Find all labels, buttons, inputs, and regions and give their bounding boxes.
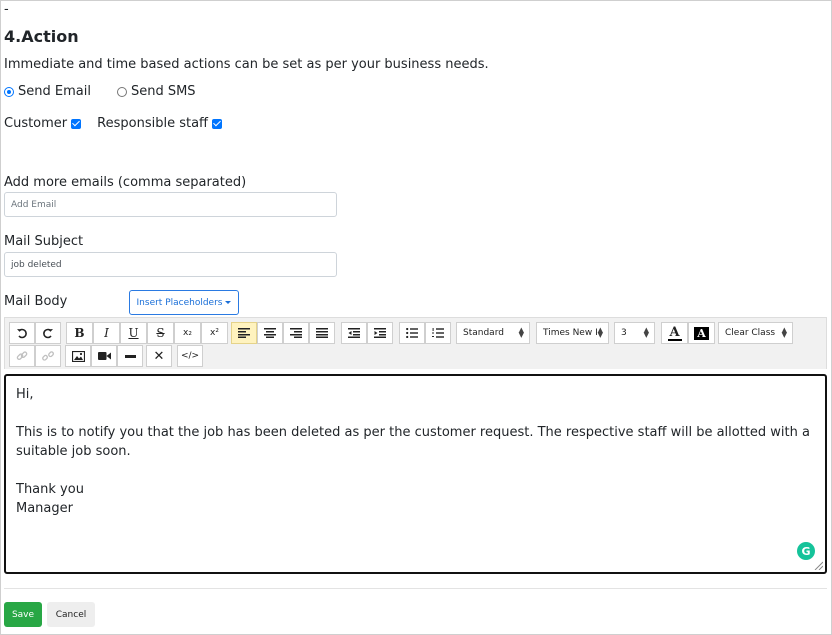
body-line <box>16 461 815 480</box>
paragraph-style-select[interactable]: Standard ▲ ▼ <box>456 322 530 344</box>
cancel-button[interactable]: Cancel <box>47 602 95 627</box>
bold-button[interactable]: B <box>66 322 93 344</box>
select-arrows-icon: ▲ ▼ <box>643 326 649 339</box>
remove-format-button[interactable]: ✕ <box>146 345 172 367</box>
unlink-icon <box>42 351 54 361</box>
undo-button[interactable] <box>9 322 35 344</box>
send-email-label: Send Email <box>18 84 91 99</box>
responsible-staff-label: Responsible staff <box>97 116 208 131</box>
outdent-button[interactable] <box>341 322 367 344</box>
clear-class-value: Clear Class <box>725 328 776 338</box>
link-icon <box>16 351 28 361</box>
background-color-icon: A <box>694 326 709 340</box>
save-button[interactable]: Save <box>4 602 42 627</box>
redo-button[interactable] <box>35 322 61 344</box>
bullet-list-button[interactable] <box>399 322 425 344</box>
body-line <box>16 404 815 423</box>
insert-video-button[interactable] <box>91 345 117 367</box>
select-arrows-icon: ▲ ▼ <box>597 326 603 339</box>
mail-body-editor[interactable]: Hi, This is to notify you that the job h… <box>4 374 827 574</box>
font-family-value: Times New I <box>543 328 598 338</box>
recipient-checkbox-group: Customer Responsible staff <box>4 116 238 131</box>
align-justify-button[interactable] <box>309 322 335 344</box>
resize-handle-icon[interactable] <box>813 560 823 570</box>
paragraph-style-value: Standard <box>463 328 504 338</box>
send-email-radio[interactable]: Send Email <box>4 84 91 99</box>
body-line: Manager <box>16 501 73 516</box>
body-line: Hi, <box>16 387 34 402</box>
customer-label: Customer <box>4 116 68 131</box>
insert-placeholders-label: Insert Placeholders <box>136 297 223 308</box>
link-button[interactable] <box>9 345 35 367</box>
align-center-icon <box>264 328 276 338</box>
text-color-icon: A <box>669 324 680 340</box>
unlink-button[interactable] <box>35 345 61 367</box>
dash-text: - <box>4 2 9 17</box>
send-sms-label: Send SMS <box>130 84 196 99</box>
subscript-button[interactable]: x₂ <box>174 322 201 344</box>
editor-toolbar: B I U S x₂ x² Standard ▲ ▼ Times New I ▲ ▼… <box>4 317 827 369</box>
image-icon <box>71 350 85 362</box>
insert-image-button[interactable] <box>65 345 91 367</box>
code-icon: </> <box>180 351 200 361</box>
numbered-list-icon <box>432 328 444 338</box>
horizontal-rule-icon <box>124 354 136 358</box>
section-description: Immediate and time based actions can be … <box>4 57 489 72</box>
align-left-button[interactable] <box>231 322 257 344</box>
background-color-button[interactable]: A <box>688 322 715 344</box>
text-color-button[interactable]: A <box>661 322 688 344</box>
body-line: This is to notify you that the job has b… <box>16 425 810 459</box>
strikethrough-button[interactable]: S <box>147 322 174 344</box>
select-arrows-icon: ▲ ▼ <box>781 326 787 339</box>
add-email-input[interactable]: Add Email <box>4 192 337 217</box>
radio-selected-icon[interactable] <box>4 86 14 97</box>
responsible-staff-checkbox[interactable]: Responsible staff <box>97 116 222 131</box>
checkbox-checked-icon[interactable] <box>71 118 82 129</box>
underline-button[interactable]: U <box>120 322 147 344</box>
caret-down-icon <box>225 301 232 304</box>
superscript-button[interactable]: x² <box>201 322 228 344</box>
add-emails-label: Add more emails (comma separated) <box>4 175 247 190</box>
align-right-button[interactable] <box>283 322 309 344</box>
channel-radio-group: Send Email Send SMS <box>4 84 222 99</box>
horizontal-rule-button[interactable] <box>117 345 143 367</box>
indent-button[interactable] <box>367 322 393 344</box>
numbered-list-button[interactable] <box>425 322 451 344</box>
video-icon <box>97 352 111 360</box>
align-right-icon <box>290 328 302 338</box>
mail-subject-label: Mail Subject <box>4 234 84 249</box>
redo-icon <box>43 328 53 339</box>
insert-placeholders-button[interactable]: Insert Placeholders <box>129 290 239 315</box>
undo-icon <box>17 328 27 339</box>
select-arrows-icon: ▲ ▼ <box>518 326 524 339</box>
radio-unselected-icon[interactable] <box>116 86 127 97</box>
align-left-icon <box>238 328 250 338</box>
code-view-button[interactable]: </> <box>177 345 203 367</box>
mail-body-label: Mail Body <box>4 294 68 309</box>
font-family-select[interactable]: Times New I ▲ ▼ <box>536 322 609 344</box>
section-title: 4.Action <box>4 27 79 46</box>
grammarly-icon[interactable]: G <box>797 542 815 560</box>
mail-subject-input[interactable]: job deleted <box>4 252 337 277</box>
font-size-select[interactable]: 3 ▲ ▼ <box>614 322 655 344</box>
font-size-value: 3 <box>621 328 627 338</box>
italic-button[interactable]: I <box>93 322 120 344</box>
clear-class-select[interactable]: Clear Class ▲ ▼ <box>718 322 793 344</box>
footer-divider <box>4 588 827 589</box>
send-sms-radio[interactable]: Send SMS <box>116 84 196 99</box>
close-icon: ✕ <box>153 348 165 364</box>
bullet-list-icon <box>406 328 418 338</box>
indent-icon <box>374 328 386 338</box>
align-center-button[interactable] <box>257 322 283 344</box>
text-color-swatch <box>667 338 682 341</box>
checkbox-checked-icon[interactable] <box>212 118 222 129</box>
body-line: Thank you <box>16 482 84 497</box>
outdent-icon <box>348 328 360 338</box>
customer-checkbox[interactable]: Customer <box>4 116 82 131</box>
align-justify-icon <box>316 328 328 338</box>
